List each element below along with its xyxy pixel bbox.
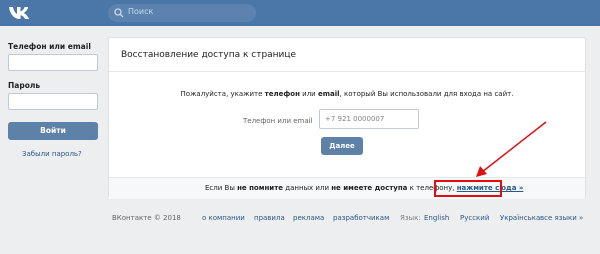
language-english[interactable]: English (424, 214, 449, 222)
login-button[interactable]: Войти (8, 122, 98, 140)
highlight-box (434, 180, 502, 197)
language-ukrainian[interactable]: Українська (500, 214, 540, 222)
vk-logo-icon[interactable] (8, 5, 32, 21)
card-footer: Если Вы не помните данных или не имеете … (109, 177, 585, 199)
phone-email-label: Телефон или email (8, 42, 91, 51)
forgot-password-link[interactable]: Забыли пароль? (22, 150, 82, 158)
footer-link-ads[interactable]: реклама (293, 214, 324, 222)
divider (109, 71, 585, 72)
footer-link-rules[interactable]: правила (254, 214, 285, 222)
next-button[interactable]: Далее (321, 137, 363, 155)
instruction-text: Пожалуйста, укажите телефон или email, к… (180, 90, 514, 98)
password-label: Пароль (8, 81, 41, 90)
login-phone-field[interactable] (8, 54, 98, 71)
language-russian[interactable]: Русский (460, 214, 489, 222)
top-header-bar: Поиск (0, 0, 600, 26)
footer-link-about[interactable]: о компании (202, 214, 245, 222)
recovery-phone-input[interactable]: +7 921 0000007 (319, 109, 419, 129)
search-input[interactable]: Поиск (108, 4, 256, 22)
password-field[interactable] (8, 93, 98, 110)
search-icon (114, 8, 124, 18)
all-languages-link[interactable]: все языки » (540, 214, 583, 222)
language-label: Язык: (400, 214, 421, 222)
footer-link-developers[interactable]: разработчикам (333, 214, 389, 222)
phone-field-label: Телефон или email (243, 117, 313, 125)
annotation-arrow-icon (476, 121, 547, 177)
search-placeholder: Поиск (128, 7, 154, 16)
page-title: Восстановление доступа к странице (121, 50, 297, 60)
copyright: ВКонтакте © 2018 (112, 214, 181, 222)
